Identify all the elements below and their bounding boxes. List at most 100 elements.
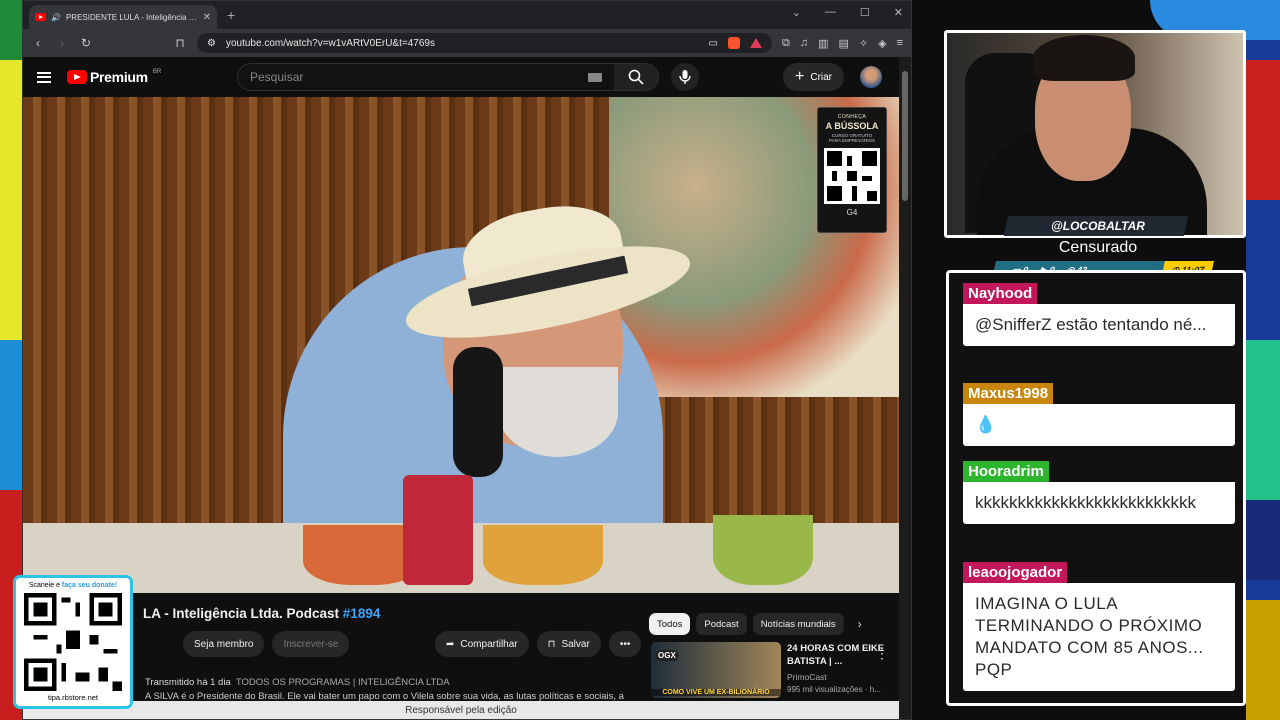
youtube-favicon-icon bbox=[35, 13, 46, 21]
join-button[interactable]: Seja membro bbox=[183, 631, 265, 657]
recommended-views: 995 mil visualizações · h... bbox=[787, 685, 881, 694]
voice-search-button[interactable] bbox=[671, 63, 699, 91]
vpn-icon[interactable]: ◈ bbox=[878, 37, 886, 50]
browser-tab[interactable]: 🔊 PRESIDENTE LULA - Inteligência Ltda. ✕ bbox=[29, 5, 217, 29]
create-label: Criar bbox=[810, 71, 833, 83]
recommended-channel[interactable]: PrimoCast bbox=[787, 672, 891, 682]
streamed-info: Transmitido há 1 dia bbox=[145, 677, 231, 688]
video-tags[interactable]: TODOS OS PROGRAMAS | INTELIGÊNCIA LTDA bbox=[236, 677, 450, 688]
sponsor-line2: A BÚSSOLA bbox=[825, 121, 879, 131]
extensions-icon[interactable]: ⧉ bbox=[782, 37, 790, 50]
subscribe-button[interactable]: Inscrever-se bbox=[272, 631, 350, 657]
chat-message: leaoojogador IMAGINA O LULA TERMINANDO O… bbox=[963, 562, 1235, 691]
logo-text: Premium bbox=[90, 69, 148, 85]
video-title-text: LA - Inteligência Ltda. Podcast bbox=[143, 606, 340, 621]
youtube-play-icon bbox=[67, 70, 87, 84]
video-red-glass bbox=[403, 475, 473, 585]
video-player[interactable]: CONHEÇA A BÚSSOLA CURSO GRATUITO PARA EM… bbox=[23, 97, 899, 593]
tab-title: PRESIDENTE LULA - Inteligência Ltda. bbox=[65, 12, 198, 22]
create-button[interactable]: + Criar bbox=[783, 63, 845, 91]
more-actions-button[interactable]: ••• bbox=[608, 631, 642, 657]
new-tab-icon[interactable]: + bbox=[227, 7, 235, 23]
site-settings-icon[interactable]: ⚙ bbox=[207, 38, 216, 49]
microphone-icon bbox=[679, 70, 691, 84]
streamer-handle: @LOCOBALTAR bbox=[1051, 219, 1145, 233]
share-icon: ➦ bbox=[446, 638, 455, 650]
chip-all[interactable]: Todos bbox=[649, 613, 691, 635]
share-label: Compartilhar bbox=[460, 638, 518, 650]
brave-shields-icon[interactable] bbox=[727, 37, 740, 49]
search-icon bbox=[628, 69, 644, 85]
chat-message: Hooradrim kkkkkkkkkkkkkkkkkkkkkkkkkk bbox=[963, 461, 1235, 524]
save-button[interactable]: ⊓ Salvar bbox=[536, 631, 601, 657]
tab-list-icon[interactable]: ⌄ bbox=[792, 6, 801, 19]
recommendation-chips: Todos Podcast Notícias mundiais › bbox=[649, 613, 862, 635]
cast-icon[interactable]: ▭ bbox=[709, 38, 718, 49]
chevron-right-icon[interactable]: › bbox=[858, 617, 862, 631]
search-input[interactable]: Pesquisar bbox=[238, 70, 588, 84]
chat-text: IMAGINA O LULA TERMINANDO O PRÓXIMO MAND… bbox=[963, 583, 1235, 691]
video-candy-jar bbox=[483, 525, 603, 585]
avatar[interactable] bbox=[860, 66, 882, 88]
logo-region: BR bbox=[152, 69, 162, 75]
chat-username: Hooradrim bbox=[963, 461, 1049, 482]
recommended-video[interactable]: OGX COMO VIVE UM EX-BILIONÁRIO 24 HORAS … bbox=[651, 642, 891, 698]
url-text: youtube.com/watch?v=w1vARtV0ErU&t=4769s bbox=[225, 37, 435, 49]
video-title: LA - Inteligência Ltda. Podcast #1894 bbox=[143, 606, 380, 621]
close-window-icon[interactable]: ✕ bbox=[894, 6, 903, 19]
sidebar-icon[interactable]: ▥ bbox=[818, 37, 828, 50]
maximize-icon[interactable]: ☐ bbox=[860, 6, 870, 19]
back-icon[interactable]: ‹ bbox=[31, 36, 45, 50]
scrollbar[interactable] bbox=[899, 57, 911, 719]
sponsor-card[interactable]: CONHEÇA A BÚSSOLA CURSO GRATUITO PARA EM… bbox=[817, 107, 887, 233]
address-bar[interactable]: ⚙ youtube.com/watch?v=w1vARtV0ErU&t=4769… bbox=[197, 33, 772, 53]
forward-icon[interactable]: › bbox=[55, 36, 69, 50]
channel-row: Seja membro Inscrever-se bbox=[183, 631, 350, 657]
chat-text: kkkkkkkkkkkkkkkkkkkkkkkkkk bbox=[963, 482, 1235, 524]
plus-icon: + bbox=[795, 68, 805, 85]
more-options-icon[interactable]: ⋮ bbox=[875, 645, 889, 662]
search-button[interactable] bbox=[614, 64, 658, 90]
menu-icon[interactable]: ≡ bbox=[897, 37, 903, 50]
chat-text: 💧 bbox=[963, 404, 1235, 446]
chip-podcast[interactable]: Podcast bbox=[696, 613, 747, 635]
chat-username: Nayhood bbox=[963, 283, 1038, 304]
brave-rewards-icon[interactable] bbox=[749, 38, 762, 48]
video-person-beard bbox=[498, 367, 618, 457]
reload-icon[interactable]: ↻ bbox=[79, 36, 93, 50]
donate-site: tipa.rbstore.net bbox=[47, 693, 99, 702]
youtube-header: Premium BR Pesquisar + Criar bbox=[23, 57, 911, 97]
sponsor-line1: CONHEÇA bbox=[837, 114, 867, 120]
video-actions: ➦ Compartilhar ⊓ Salvar ••• bbox=[435, 631, 642, 657]
share-button[interactable]: ➦ Compartilhar bbox=[435, 631, 529, 657]
donate-prefix: Scaneie e bbox=[28, 582, 60, 589]
status-bar: Responsável pela edição bbox=[23, 701, 899, 719]
recommended-thumbnail[interactable]: OGX COMO VIVE UM EX-BILIONÁRIO bbox=[651, 642, 781, 698]
keyboard-icon[interactable] bbox=[588, 72, 602, 82]
scrollbar-thumb[interactable] bbox=[902, 71, 908, 201]
webcam-person-hair bbox=[1033, 35, 1135, 81]
chip-world-news[interactable]: Notícias mundiais bbox=[752, 613, 844, 635]
chat-message: Maxus1998 💧 bbox=[963, 383, 1235, 446]
youtube-logo[interactable]: Premium BR bbox=[67, 69, 161, 85]
hamburger-menu-icon[interactable] bbox=[37, 71, 51, 83]
video-details: LA - Inteligência Ltda. Podcast #1894 Se… bbox=[23, 593, 899, 703]
chat-username: leaoojogador bbox=[963, 562, 1068, 583]
wallet-icon[interactable]: ▤ bbox=[838, 37, 848, 50]
leo-icon[interactable]: ✧ bbox=[859, 37, 868, 50]
thumbnail-caption: COMO VIVE UM EX-BILIONÁRIO bbox=[651, 689, 781, 696]
minimize-icon[interactable]: — bbox=[825, 6, 836, 19]
close-tab-icon[interactable]: ✕ bbox=[203, 12, 211, 23]
donate-qr-code bbox=[24, 593, 122, 691]
save-icon: ⊓ bbox=[547, 638, 556, 650]
media-icon[interactable]: ♫ bbox=[800, 37, 808, 50]
chat-username: Maxus1998 bbox=[963, 383, 1054, 404]
chat-message: Nayhood @SnifferZ estão tentando né... bbox=[963, 283, 1235, 346]
speaker-icon[interactable]: 🔊 bbox=[51, 13, 61, 22]
bookmark-icon[interactable]: ⊓ bbox=[173, 36, 187, 50]
stream-title: Censurado bbox=[1058, 239, 1138, 256]
donate-qr-overlay: Scaneie e faça seu donate! tipa.rbstore.… bbox=[16, 578, 130, 706]
tab-bar: 🔊 PRESIDENTE LULA - Inteligência Ltda. ✕… bbox=[23, 1, 911, 29]
sponsor-qr-code bbox=[824, 148, 880, 204]
video-title-tag[interactable]: #1894 bbox=[343, 606, 381, 621]
